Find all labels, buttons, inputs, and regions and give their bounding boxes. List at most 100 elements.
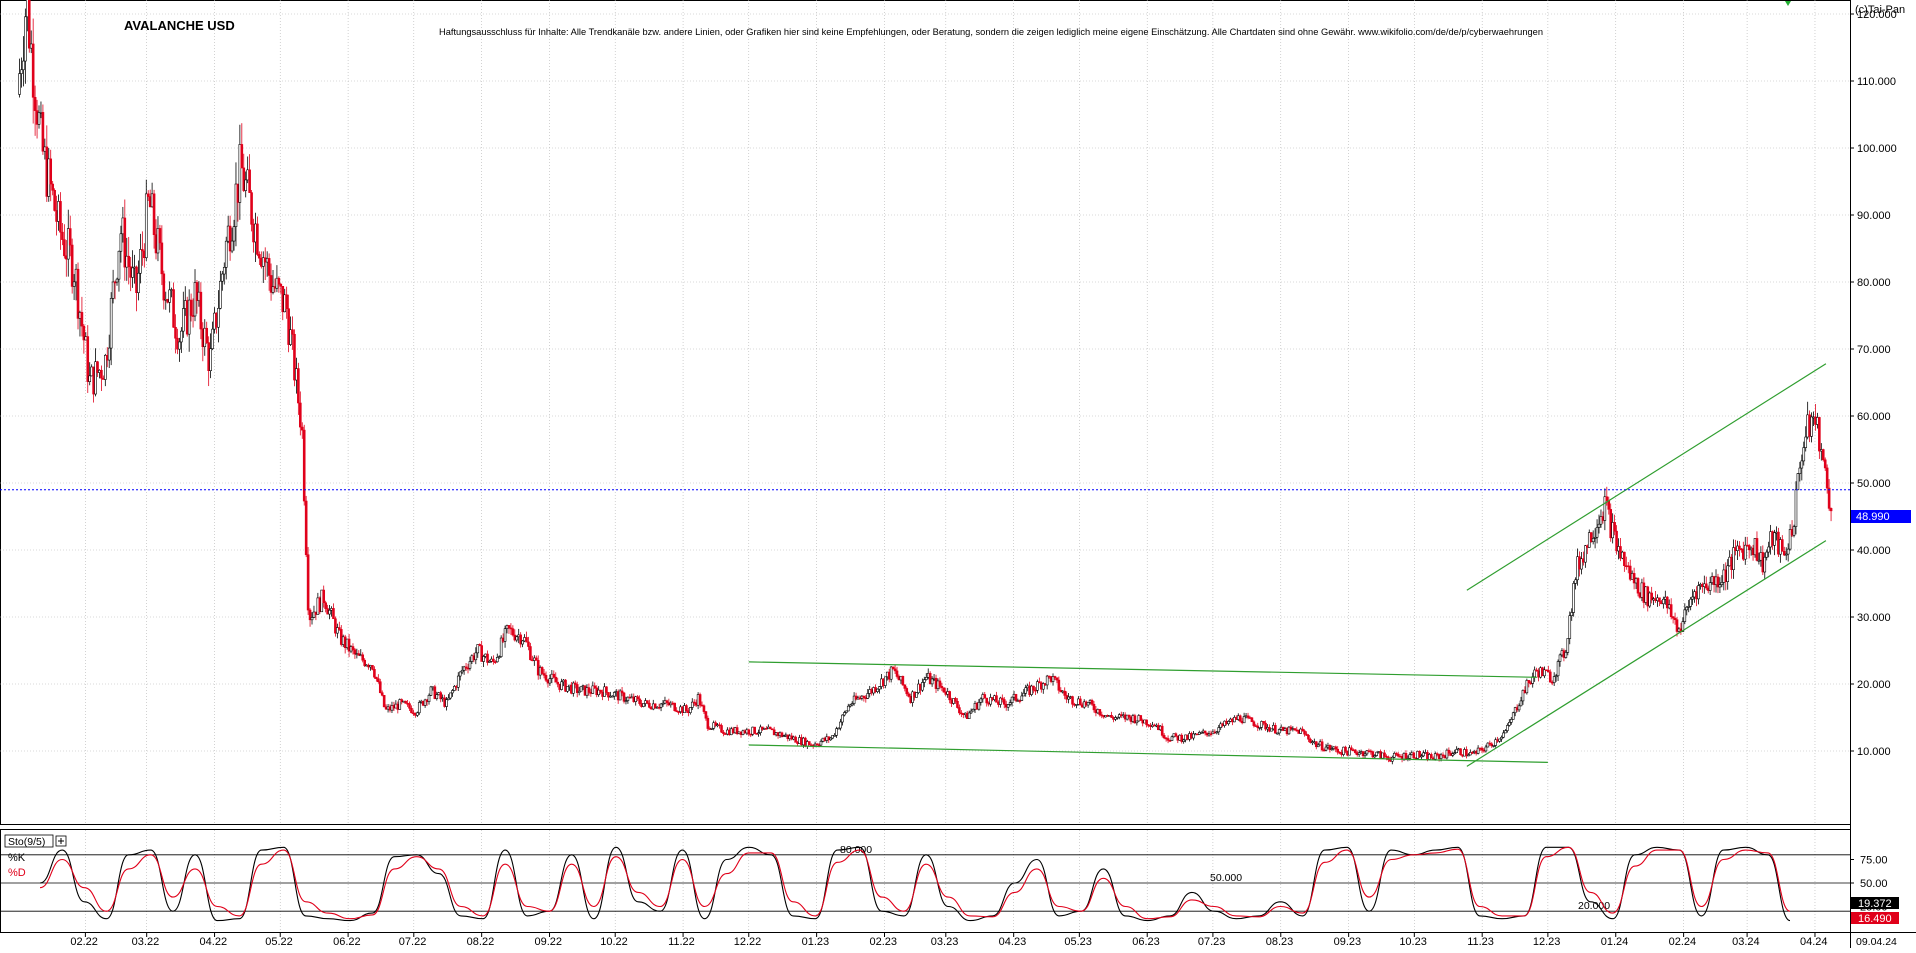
- candle: [1732, 539, 1735, 579]
- candle: [915, 692, 918, 698]
- x-tick-label: 03.23: [931, 936, 959, 948]
- candle-body-down: [1636, 578, 1640, 594]
- candle-body-up: [921, 682, 924, 691]
- candle: [1584, 544, 1587, 568]
- candle-body-up: [1662, 598, 1665, 605]
- candle-body-up: [144, 193, 148, 259]
- candle-body-down: [1063, 690, 1067, 696]
- candle-body-up: [222, 267, 226, 275]
- candle-body-down: [1658, 597, 1661, 602]
- candle: [1010, 696, 1014, 707]
- candle-body-up: [967, 712, 971, 719]
- candle: [86, 325, 90, 393]
- candle-body-up: [217, 308, 220, 328]
- candle: [1075, 704, 1078, 709]
- candle-body-up: [1591, 538, 1595, 543]
- y-tick-label: 60.000: [1857, 411, 1891, 423]
- candle-body-up: [1408, 754, 1412, 759]
- candle-body-up: [72, 281, 76, 287]
- candle-body-down: [1430, 754, 1433, 759]
- trendline: [748, 661, 1537, 678]
- candle-body-down: [380, 692, 384, 696]
- candle-body-down: [61, 231, 64, 240]
- candle-body-up: [1242, 715, 1246, 724]
- candle-body-down: [408, 703, 411, 709]
- candle-body-down: [1127, 714, 1131, 718]
- candle-body-up: [22, 60, 25, 71]
- candle-body-up: [1689, 598, 1692, 607]
- candle-body-down: [942, 687, 946, 693]
- grid-layer: [0, 0, 1850, 932]
- candle-body-up: [209, 348, 212, 371]
- candle-body-down: [324, 602, 327, 609]
- candle-body-up: [445, 699, 448, 707]
- candle-body-down: [410, 707, 413, 714]
- candle-body-up: [435, 694, 439, 699]
- candle-body-down: [1145, 719, 1148, 726]
- candle: [1781, 535, 1784, 552]
- candle-body-down: [1238, 715, 1242, 722]
- candle-body-down: [250, 192, 253, 225]
- y-tick-label: 50.000: [1857, 478, 1891, 490]
- chart-title: AVALANCHE USD: [124, 18, 235, 33]
- trendline: [1466, 363, 1827, 591]
- candle: [302, 424, 306, 506]
- candle-body-down: [1465, 749, 1468, 756]
- candle: [807, 741, 811, 746]
- candle-body-up: [219, 280, 222, 309]
- stochastic-panel-frame: [0, 829, 1851, 933]
- candle-body-down: [720, 725, 723, 733]
- candle-body-up: [427, 695, 431, 702]
- candle-body-up: [1552, 676, 1556, 683]
- candle: [618, 688, 622, 701]
- candle-body-down: [31, 43, 35, 98]
- candle-body-up: [107, 347, 111, 361]
- candle-body-down: [127, 255, 131, 268]
- candle-body-down: [1605, 496, 1609, 501]
- candle-body-down: [893, 668, 897, 672]
- candle-body-down: [158, 228, 162, 244]
- candle: [554, 672, 558, 683]
- candle-body-down: [1160, 725, 1164, 736]
- candle: [1250, 716, 1254, 723]
- candle-body-down: [1079, 698, 1082, 706]
- candle: [1274, 722, 1277, 734]
- candle-body-up: [1570, 612, 1574, 616]
- candle: [884, 676, 887, 689]
- candle-body-down: [1252, 721, 1256, 726]
- candle-body-down: [1274, 725, 1277, 734]
- candle-body-down: [636, 696, 639, 700]
- candle-body-up: [1498, 738, 1501, 742]
- candle-body-up: [1502, 732, 1505, 738]
- candle-body-down: [373, 669, 376, 678]
- candle-body-down: [267, 258, 271, 276]
- candle-body-up: [18, 73, 21, 95]
- candle-body-down: [1412, 752, 1416, 759]
- candle-body-down: [685, 705, 688, 711]
- candle-body-up: [839, 721, 842, 729]
- candle: [1716, 573, 1720, 594]
- candle-body-up: [819, 741, 823, 746]
- candle-body-up: [1277, 729, 1281, 734]
- x-tick-label: 12.22: [734, 936, 762, 948]
- candle-body-down: [1110, 715, 1113, 718]
- candle-body-down: [1704, 583, 1708, 589]
- candle: [1595, 519, 1599, 544]
- candle-body-up: [109, 298, 113, 349]
- candle-body-down: [174, 326, 177, 339]
- x-tick-label: 04.23: [999, 936, 1027, 948]
- candle-body-down: [404, 700, 407, 704]
- candle: [172, 282, 175, 328]
- y-tick-label: 40.000: [1857, 545, 1891, 557]
- candle-body-down: [189, 299, 193, 316]
- candle-body-up: [1022, 692, 1026, 697]
- candle: [1135, 720, 1139, 726]
- candle-body-up: [924, 677, 928, 680]
- candle-body-down: [248, 169, 251, 193]
- candle-body-up: [1509, 719, 1513, 723]
- x-tick-label: 04.24: [1800, 936, 1828, 948]
- candle-body-down: [1174, 733, 1178, 737]
- candle: [1773, 529, 1776, 556]
- candle-body-up: [1595, 527, 1599, 538]
- copyright-label: (c)Tai-Pan: [1855, 4, 1905, 16]
